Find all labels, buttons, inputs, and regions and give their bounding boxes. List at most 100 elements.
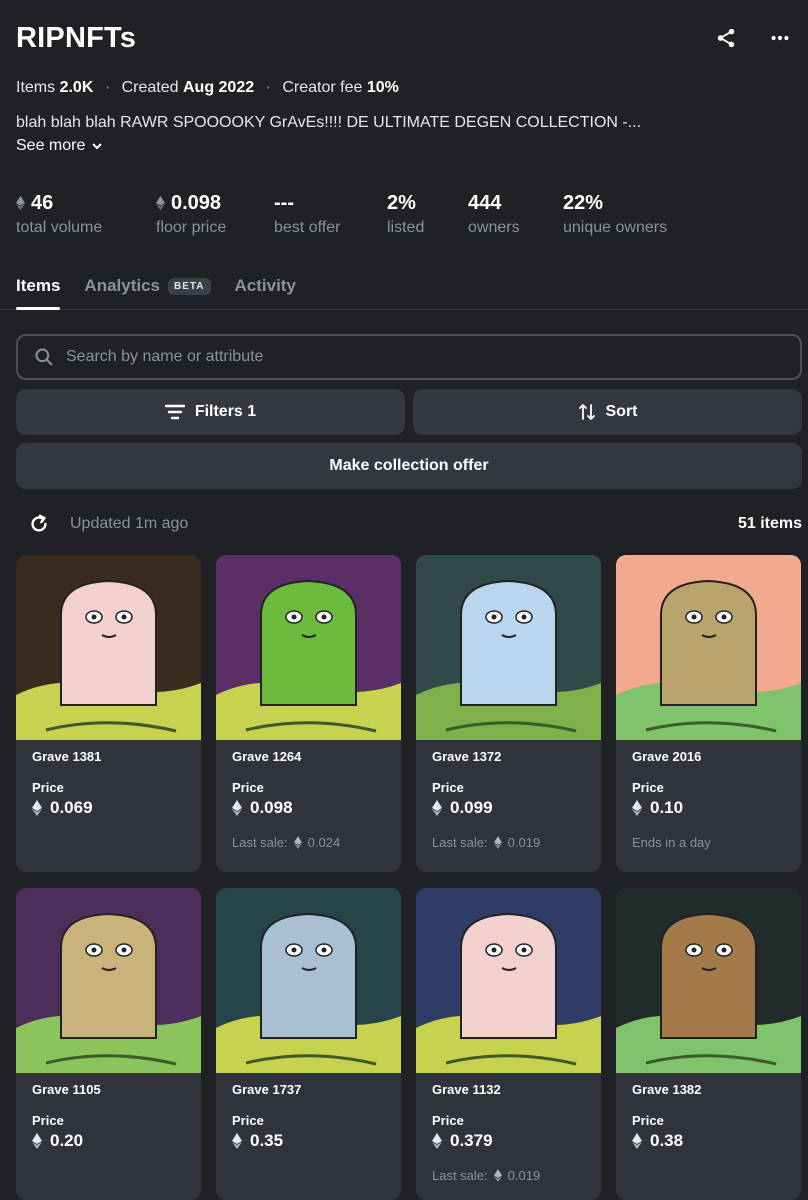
- eth-icon: [432, 1133, 442, 1149]
- nft-image: [216, 888, 401, 1073]
- nft-card[interactable]: Grave 2016 Price 0.10 Ends in a day: [616, 555, 801, 872]
- nft-card[interactable]: Grave 1105 Price 0.20: [16, 888, 201, 1200]
- last-sale-label: Last sale:: [432, 1168, 488, 1183]
- price-label: Price: [632, 780, 664, 795]
- price-label: Price: [632, 1113, 664, 1128]
- nft-card[interactable]: Grave 1372 Price 0.099 Last sale: 0.019: [416, 555, 601, 872]
- filters-button[interactable]: Filters 1: [16, 389, 405, 435]
- last-sale-label: Last sale:: [432, 835, 488, 850]
- stat-listed: 2% listed: [387, 190, 424, 237]
- created-label: Created: [121, 79, 179, 96]
- price-value: 0.379: [450, 1131, 493, 1150]
- stat-value: 2%: [387, 191, 416, 214]
- stat-best-offer: --- best offer: [274, 190, 340, 237]
- search-icon: [35, 348, 53, 366]
- stat-floor-price: 0.098 floor price: [156, 190, 226, 237]
- nft-image: [416, 888, 601, 1073]
- items-value: 2.0K: [59, 79, 94, 96]
- price-label: Price: [432, 1113, 464, 1128]
- page-header: RIPNFTs: [16, 22, 792, 62]
- stat-value: 46: [31, 191, 54, 214]
- nft-card[interactable]: Grave 1264 Price 0.098 Last sale: 0.024: [216, 555, 401, 872]
- eth-icon: [493, 836, 502, 849]
- price-value: 0.069: [50, 798, 93, 817]
- last-sale: Last sale: 0.019: [432, 1168, 540, 1183]
- stat-label: listed: [387, 219, 425, 236]
- price-value: 0.099: [450, 798, 493, 817]
- offer-label: Make collection offer: [329, 457, 489, 474]
- collection-title: RIPNFTs: [16, 22, 137, 54]
- nft-name: Grave 1382: [632, 1082, 702, 1097]
- eth-icon: [632, 800, 642, 816]
- nft-card[interactable]: Grave 1381 Price 0.069: [16, 555, 201, 872]
- make-collection-offer-button[interactable]: Make collection offer: [16, 443, 802, 489]
- nft-image: [216, 555, 401, 740]
- eth-icon: [32, 800, 42, 816]
- nft-price: 0.069: [32, 798, 93, 818]
- nft-image: [16, 555, 201, 740]
- stat-value: 22%: [563, 191, 604, 214]
- tab-items[interactable]: Items: [16, 276, 61, 310]
- collection-meta: Items 2.0K · Created Aug 2022 · Creator …: [16, 79, 399, 96]
- sort-button[interactable]: Sort: [413, 389, 802, 435]
- eth-icon: [232, 800, 242, 816]
- nft-price: 0.20: [32, 1131, 83, 1151]
- eth-icon: [232, 1133, 242, 1149]
- stat-owners: 444 owners: [468, 190, 520, 237]
- price-label: Price: [232, 1113, 264, 1128]
- last-sale-price: 0.019: [507, 835, 541, 850]
- nft-price: 0.379: [432, 1131, 493, 1151]
- nft-card[interactable]: Grave 1737 Price 0.35: [216, 888, 401, 1200]
- listing-status: Ends in a day: [632, 835, 711, 850]
- price-label: Price: [432, 780, 464, 795]
- stat-label: total volume: [16, 219, 103, 236]
- nft-price: 0.35: [232, 1131, 283, 1151]
- eth-icon: [432, 800, 442, 816]
- eth-icon: [493, 1169, 502, 1182]
- share-icon[interactable]: [714, 26, 738, 50]
- nft-name: Grave 1737: [232, 1082, 302, 1097]
- sort-label: Sort: [605, 403, 638, 420]
- last-sale-price: 0.019: [507, 1168, 541, 1183]
- search-input[interactable]: [66, 348, 784, 366]
- eth-icon: [632, 1133, 642, 1149]
- eth-icon: [32, 1133, 42, 1149]
- items-label: Items: [16, 79, 56, 96]
- price-value: 0.20: [50, 1131, 84, 1150]
- tab-analytics[interactable]: Analytics BETA: [84, 276, 211, 310]
- header-actions: [714, 26, 792, 50]
- price-label: Price: [232, 780, 264, 795]
- created-value: Aug 2022: [182, 79, 255, 96]
- stat-label: floor price: [156, 219, 227, 236]
- last-sale: Last sale: 0.024: [232, 835, 340, 850]
- creator-fee-value: 10%: [366, 79, 399, 96]
- price-label: Price: [32, 1113, 64, 1128]
- see-more-label: See more: [16, 137, 86, 154]
- nft-image: [616, 555, 801, 740]
- see-more-link[interactable]: See more: [16, 137, 103, 155]
- items-count: 51 items: [737, 515, 802, 532]
- more-options-icon[interactable]: [768, 26, 792, 50]
- price-value: 0.10: [650, 798, 684, 817]
- refresh-icon[interactable]: [28, 513, 50, 535]
- price-value: 0.098: [250, 798, 293, 817]
- price-value: 0.35: [250, 1131, 284, 1150]
- stat-label: unique owners: [563, 219, 668, 236]
- last-sale-price: 0.024: [307, 835, 341, 850]
- nft-card[interactable]: Grave 1382 Price 0.38: [616, 888, 801, 1200]
- tab-label: Items: [16, 276, 61, 295]
- stat-value: 0.098: [171, 191, 222, 214]
- nft-card[interactable]: Grave 1132 Price 0.379 Last sale: 0.019: [416, 888, 601, 1200]
- search-bar: [16, 334, 802, 380]
- stat-label: best offer: [274, 219, 341, 236]
- tab-activity[interactable]: Activity: [235, 276, 296, 310]
- results-status: Updated 1m ago 51 items: [28, 511, 802, 537]
- price-label: Price: [32, 780, 64, 795]
- eth-icon: [16, 195, 25, 211]
- tab-label: Activity: [234, 276, 296, 295]
- nft-name: Grave 1105: [32, 1082, 101, 1097]
- collection-description: blah blah blah RAWR SPOOOOKY GrAvEs!!!! …: [16, 114, 642, 131]
- filters-label: Filters 1: [194, 403, 257, 420]
- nft-name: Grave 1264: [232, 749, 302, 764]
- nft-image: [16, 888, 201, 1073]
